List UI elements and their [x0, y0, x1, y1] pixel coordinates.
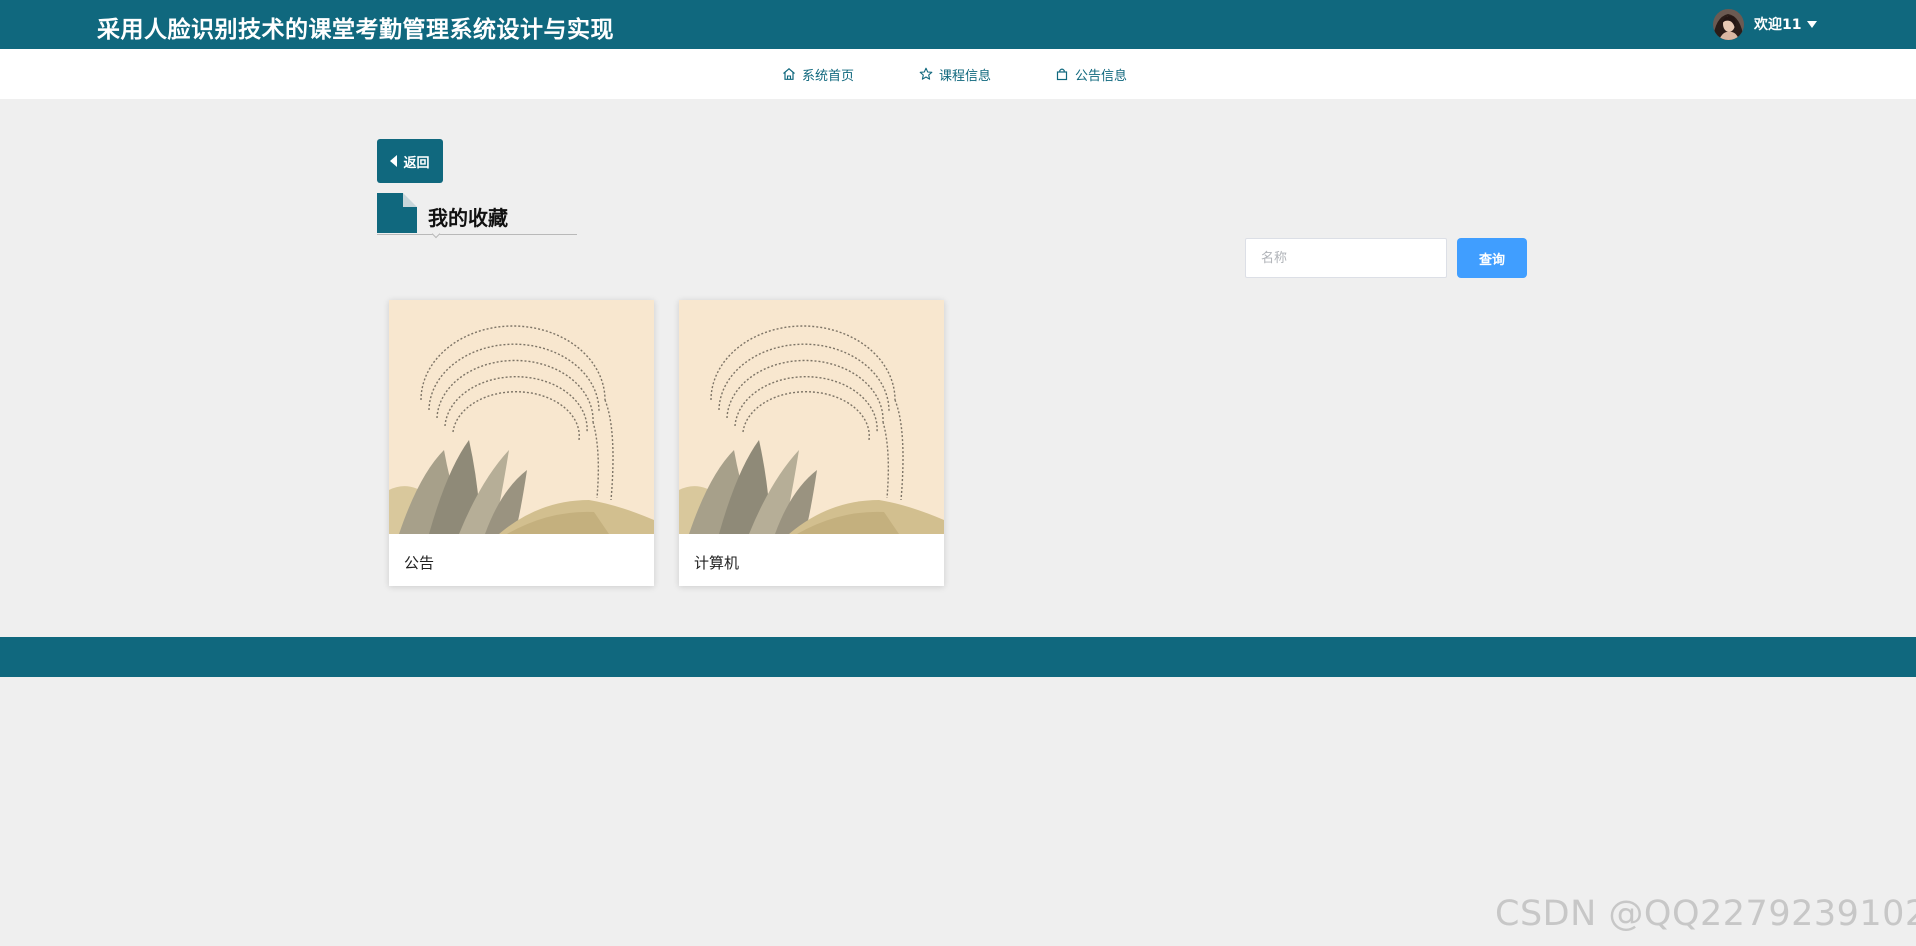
search-button[interactable]: 查询 [1457, 238, 1527, 278]
nav-item-courses[interactable]: 课程信息 [919, 65, 992, 84]
back-button[interactable]: 返回 [377, 139, 443, 183]
favorite-card[interactable]: 公告 [389, 300, 654, 586]
nav-label-notices: 公告信息 [1075, 68, 1128, 84]
chevron-down-icon[interactable] [1807, 20, 1818, 28]
main-nav: 系统首页 课程信息 公告信息 [0, 49, 1916, 99]
star-icon [919, 67, 933, 80]
site-title: 采用人脸识别技术的课堂考勤管理系统设计与实现 [97, 17, 614, 43]
home-icon [783, 68, 795, 80]
title-decoration [377, 193, 417, 233]
open-book-image [679, 300, 944, 534]
title-underline [377, 234, 577, 235]
title-notch [431, 229, 441, 239]
caret-left-icon [390, 155, 398, 167]
page-title: 我的收藏 [428, 206, 508, 230]
watermark: CSDN @QQ2279239102 [1495, 894, 1916, 934]
favorite-name[interactable]: 公告 [404, 552, 434, 573]
search-input[interactable] [1245, 238, 1447, 278]
nav-item-notices[interactable]: 公告信息 [1055, 65, 1128, 84]
user-menu[interactable]: 欢迎11 [1713, 7, 1818, 41]
favorite-card[interactable]: 计算机 [679, 300, 944, 586]
favorite-name[interactable]: 计算机 [694, 552, 739, 573]
welcome-text[interactable]: 欢迎11 [1754, 14, 1801, 34]
page-title-block: 我的收藏 [377, 193, 577, 239]
footer-bar [0, 637, 1916, 677]
nav-label-courses: 课程信息 [939, 68, 992, 84]
top-header: 采用人脸识别技术的课堂考勤管理系统设计与实现 欢迎11 [0, 0, 1916, 49]
nav-label-home: 系统首页 [802, 68, 855, 84]
bag-icon [1056, 68, 1068, 81]
nav-item-home[interactable]: 系统首页 [782, 65, 855, 84]
back-label: 返回 [403, 155, 430, 171]
open-book-image [389, 300, 654, 534]
user-avatar[interactable] [1713, 8, 1744, 40]
